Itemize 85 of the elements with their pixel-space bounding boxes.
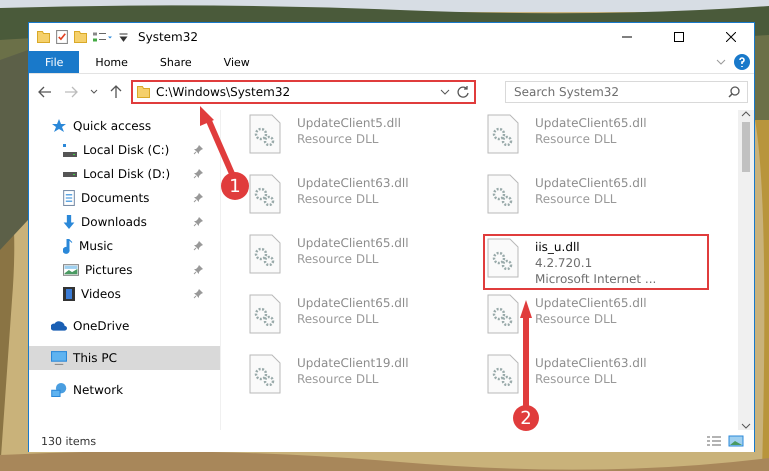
view-options-icon[interactable] [93,32,113,42]
sidebar-item[interactable]: Downloads [29,210,209,234]
drive-icon [63,144,77,156]
file-gears-icon [249,114,281,154]
scroll-down-icon[interactable] [741,422,751,430]
folder-icon [137,86,150,98]
ribbon-tab[interactable]: Share [144,51,208,73]
sidebar-item[interactable]: Music [29,234,209,258]
sidebar-item[interactable]: Local Disk (C:) [29,138,209,162]
network-icon [51,383,67,397]
back-arrow-icon [38,86,52,98]
sidebar-item[interactable]: Pictures [29,258,209,282]
file-detail: Resource DLL [297,372,380,386]
file-detail: 4.2.720.1 [535,256,594,270]
scrollbar[interactable] [738,110,754,430]
sidebar-item[interactable]: Quick access [29,114,158,138]
address-bar[interactable]: C:\Windows\System32 [131,80,476,104]
caret-icon [90,89,98,95]
forward-arrow-icon [64,86,78,98]
pin-icon[interactable] [193,265,203,275]
file-gears-icon [487,238,519,278]
monitor-icon [51,351,67,365]
file-gears-icon [249,294,281,334]
search-field[interactable]: Search System32 [505,81,748,103]
download-icon [63,215,75,229]
new-folder-icon [74,31,87,43]
file-detail: Resource DLL [297,192,380,206]
sidebar-item[interactable]: OneDrive [29,314,136,338]
file-gears-icon [487,294,519,334]
cloud-icon [51,321,67,331]
drive-icon [63,172,77,176]
sidebar-item[interactable]: Videos [29,282,209,306]
properties-icon[interactable] [56,30,68,44]
details-view-icon[interactable] [706,435,722,447]
file-gears-icon [487,354,519,394]
document-icon [63,190,75,206]
file-name[interactable]: iis_u.dll [535,240,656,254]
file-gears-icon [249,354,281,394]
maximize-icon [674,32,684,42]
pin-icon[interactable] [193,241,203,251]
file-detail: Resource DLL [535,132,618,146]
window-title: System32 [138,30,198,44]
file-gears-icon [487,114,519,154]
highlighted-file-tile[interactable]: iis_u.dll 4.2.720.1 Microsoft Internet ... [483,234,709,290]
ribbon-tab[interactable]: Home [79,51,144,73]
dropdown-icon[interactable] [440,89,450,95]
large-icons-view-icon[interactable] [728,435,744,447]
close-icon [726,32,736,42]
search-icon[interactable] [728,86,740,98]
sidebar-item[interactable]: Network [29,378,130,402]
pin-icon[interactable] [193,193,203,203]
file-detail: Resource DLL [535,372,618,386]
file-detail: Resource DLL [297,132,380,146]
ribbon-tab[interactable]: View [208,51,266,73]
sidebar-item[interactable]: Documents [29,186,209,210]
refresh-icon[interactable] [456,85,470,99]
file-detail: Resource DLL [297,312,380,326]
file-gears-icon [249,174,281,214]
file-detail: Resource DLL [535,192,618,206]
pin-icon[interactable] [193,217,203,227]
annotation-badge: 2 [513,405,539,431]
pin-icon[interactable] [193,289,203,299]
file-detail: Resource DLL [297,252,380,266]
caret-icon[interactable] [119,32,128,42]
file-gears-icon [487,174,519,214]
expand-ribbon-icon[interactable] [716,59,726,65]
pin-icon[interactable] [193,145,203,155]
file-description: Microsoft Internet ... [535,272,656,286]
sidebar-item[interactable]: Local Disk (D:) [29,162,209,186]
pictures-icon [63,264,79,276]
scroll-up-icon[interactable] [741,110,751,118]
film-icon [63,287,75,301]
pin-icon[interactable] [193,169,203,179]
file-gears-icon [249,234,281,274]
file-detail: Resource DLL [535,312,618,326]
item-count: 130 items [41,434,98,448]
music-note-icon [63,238,73,254]
ribbon-tab[interactable]: File [29,51,80,73]
star-icon [51,118,67,134]
help-icon[interactable] [734,54,750,70]
scroll-thumb[interactable] [742,122,750,172]
up-arrow-icon [110,85,122,99]
sidebar-item[interactable]: This PC [29,346,220,370]
folder-icon [37,31,50,43]
annotation-badge: 1 [221,172,249,200]
